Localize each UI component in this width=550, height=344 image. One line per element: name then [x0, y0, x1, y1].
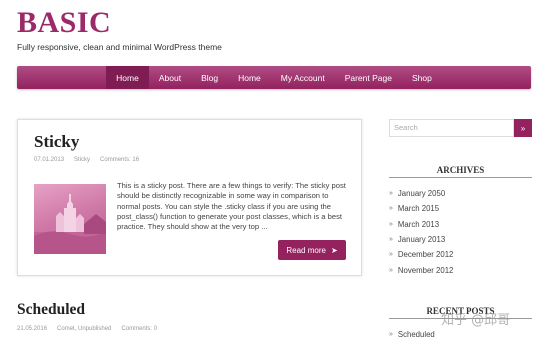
archive-link[interactable]: » March 2015	[389, 201, 532, 216]
post-card-sticky: Sticky 07.01.2013 Sticky Comments: 16 Th…	[17, 119, 362, 276]
bullet-icon: »	[389, 205, 393, 213]
nav-item-blog[interactable]: Blog	[191, 66, 228, 89]
post-excerpt: This is a sticky post. There are a few t…	[117, 181, 346, 232]
site-title[interactable]: BASIC	[17, 6, 111, 40]
post-title[interactable]: Sticky	[34, 132, 79, 152]
search-icon: »	[520, 123, 526, 133]
post-title-scheduled[interactable]: Scheduled	[17, 301, 85, 319]
archive-link[interactable]: » March 2013	[389, 217, 532, 232]
post-date[interactable]: 21.05.2016	[17, 326, 47, 332]
bullet-icon: »	[389, 190, 393, 198]
archive-link[interactable]: » January 2050	[389, 186, 532, 201]
search-input[interactable]: Search	[389, 119, 514, 137]
archives-widget-title: ARCHIVES	[389, 165, 532, 178]
archive-label: November 2012	[397, 265, 454, 275]
archive-link[interactable]: » December 2012	[389, 247, 532, 262]
archive-label: January 2050	[397, 189, 446, 199]
search-placeholder: Search	[394, 123, 418, 132]
archive-link[interactable]: » January 2013	[389, 232, 532, 247]
post-meta: 07.01.2013 Sticky Comments: 16	[34, 157, 139, 163]
nav-item-home[interactable]: Home	[106, 66, 149, 89]
watermark-text: 知乎 @邱哥	[441, 313, 511, 328]
nav-item-my-account[interactable]: My Account	[271, 66, 335, 89]
post-meta-scheduled: 21.05.2016 Comet, Unpublished Comments: …	[17, 326, 157, 332]
archive-label: December 2012	[397, 250, 454, 260]
recent-posts-list: » Scheduled	[389, 327, 532, 342]
bullet-icon: »	[389, 220, 393, 228]
post-thumbnail[interactable]	[34, 184, 106, 254]
post-comments[interactable]: Comments: 16	[100, 157, 139, 163]
archive-label: March 2013	[397, 219, 440, 229]
archives-list: » January 2050 » March 2015 » March 2013 » J…	[389, 186, 532, 278]
search-button[interactable]: »	[514, 119, 532, 137]
archive-label: March 2015	[397, 204, 440, 214]
nav-item-shop[interactable]: Shop	[402, 66, 442, 89]
nav-item-home-2[interactable]: Home	[228, 66, 271, 89]
post-comments[interactable]: Comments: 0	[121, 326, 157, 332]
post-categories[interactable]: Comet, Unpublished	[57, 326, 111, 332]
castle-image-icon	[34, 194, 106, 254]
post-category[interactable]: Sticky	[74, 157, 90, 163]
bullet-icon: »	[389, 251, 393, 259]
nav-item-parent-page[interactable]: Parent Page	[335, 66, 402, 89]
arrow-right-icon: ➤	[330, 245, 338, 255]
site-tagline: Fully responsive, clean and minimal Word…	[17, 42, 222, 52]
bullet-icon: »	[389, 236, 393, 244]
read-more-button[interactable]: Read more ➤	[278, 240, 346, 260]
post-date[interactable]: 07.01.2013	[34, 157, 64, 163]
archive-link[interactable]: » November 2012	[389, 262, 532, 277]
main-navigation: Home About Blog Home My Account Parent P…	[17, 66, 531, 89]
nav-item-about[interactable]: About	[149, 66, 191, 89]
bullet-icon: »	[389, 331, 393, 339]
recent-post-label: Scheduled	[397, 330, 435, 340]
bullet-icon: »	[389, 266, 393, 274]
recent-post-link[interactable]: » Scheduled	[389, 327, 532, 342]
read-more-label: Read more	[286, 245, 326, 255]
archive-label: January 2013	[397, 235, 446, 245]
